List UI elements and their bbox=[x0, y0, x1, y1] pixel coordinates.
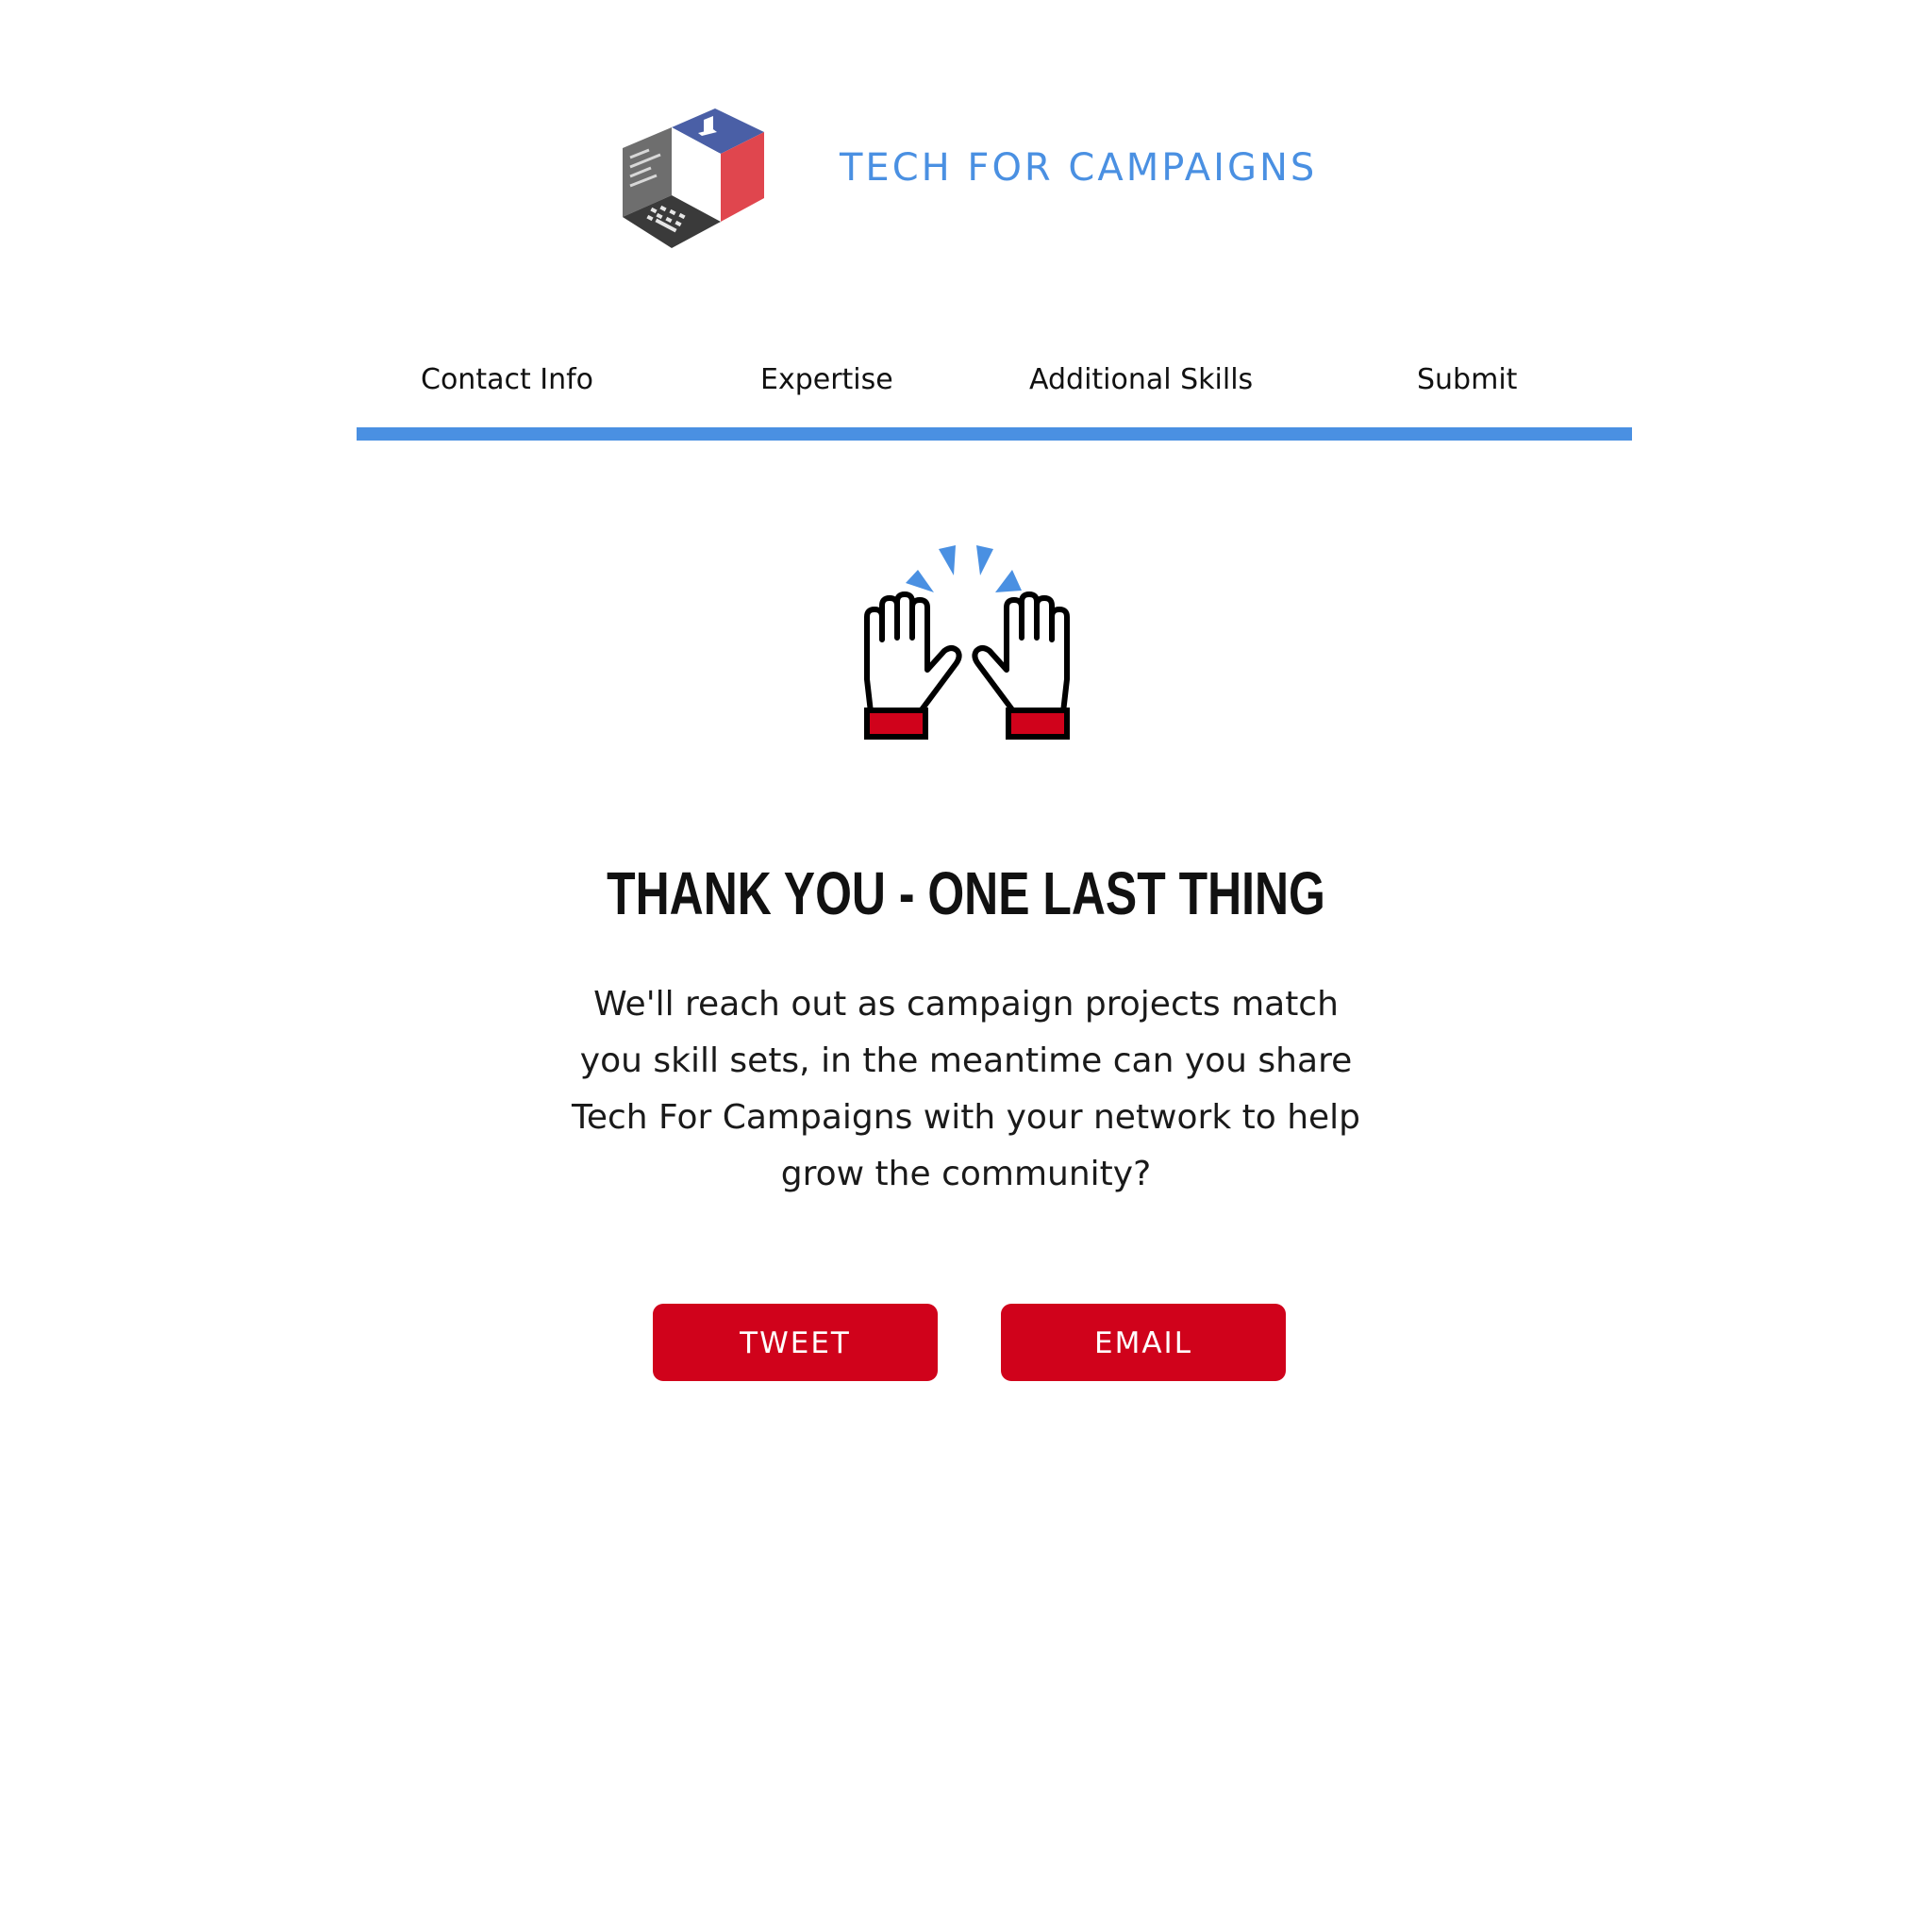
step-contact-info[interactable]: Contact Info bbox=[421, 363, 593, 397]
sparkle-icon bbox=[995, 570, 1022, 592]
sparkle-icon bbox=[906, 570, 934, 592]
page-title: THANK YOU - ONE LAST THING bbox=[607, 859, 1325, 927]
thank-you-message: We'll reach out as campaign projects mat… bbox=[571, 985, 1361, 1193]
sparkle-icon bbox=[976, 545, 993, 575]
step-expertise[interactable]: Expertise bbox=[760, 363, 893, 397]
header: TECH FOR CAMPAIGNS bbox=[0, 0, 1932, 283]
laptop-cube-logo-icon bbox=[623, 108, 764, 248]
step-additional-skills[interactable]: Additional Skills bbox=[1029, 363, 1253, 397]
email-button[interactable]: EMAIL bbox=[1001, 1304, 1286, 1381]
progress-steps: Contact Info Expertise Additional Skills… bbox=[357, 354, 1632, 448]
brand-title: TECH FOR CAMPAIGNS bbox=[840, 146, 1318, 190]
step-submit[interactable]: Submit bbox=[1417, 363, 1517, 397]
progress-bar bbox=[357, 427, 1632, 441]
tweet-button[interactable]: TWEET bbox=[653, 1304, 938, 1381]
sparkle-icon bbox=[939, 545, 956, 575]
raised-hands-icon bbox=[864, 545, 1070, 740]
